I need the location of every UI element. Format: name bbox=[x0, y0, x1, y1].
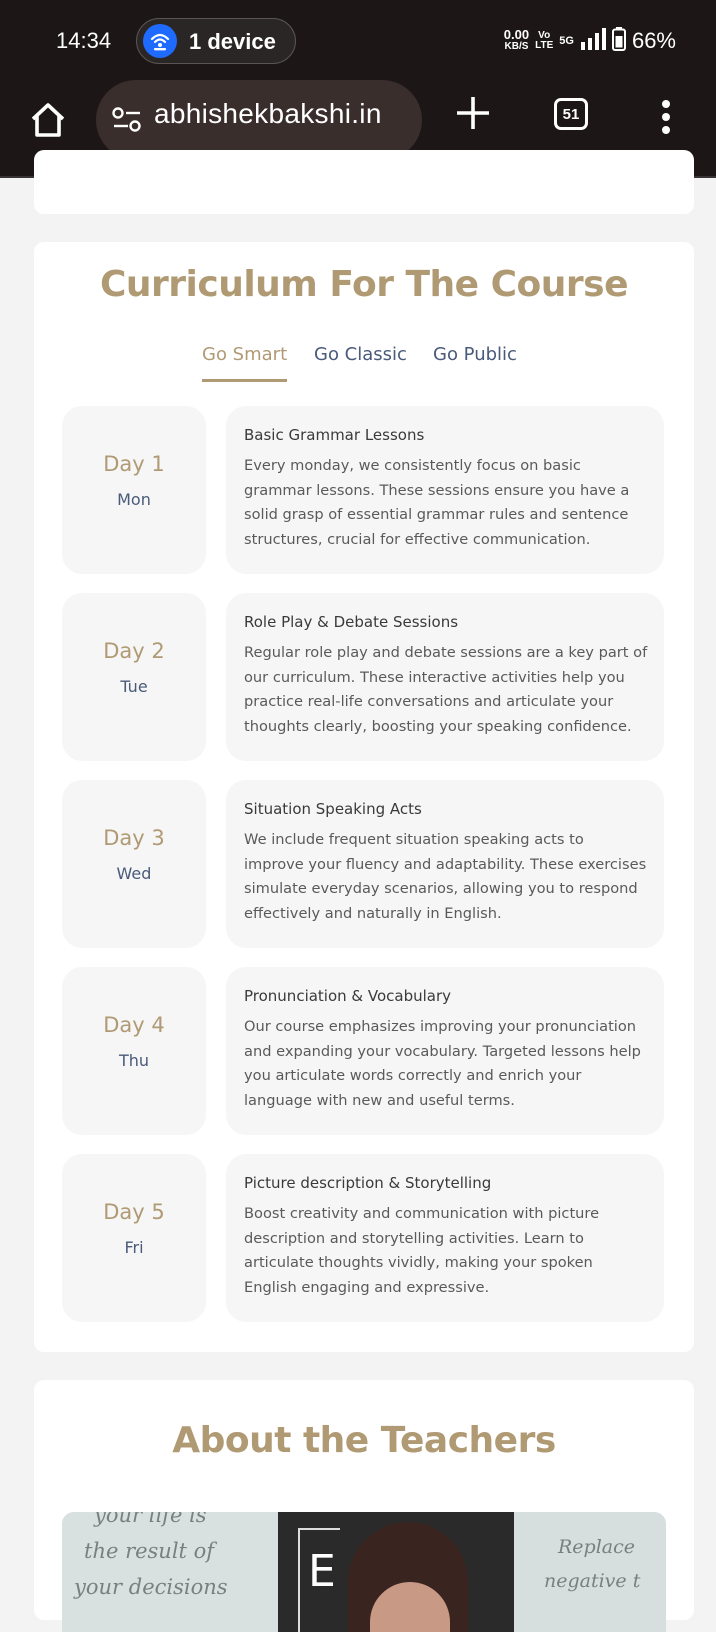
weekday-label: Tue bbox=[120, 677, 148, 696]
signal-icon bbox=[580, 27, 606, 55]
battery-percent: 66% bbox=[631, 28, 676, 53]
volte-bottom: LTE bbox=[535, 40, 554, 51]
network-type: 5G bbox=[559, 35, 574, 47]
day-box: Day 3 Wed bbox=[62, 780, 206, 948]
curriculum-section: Curriculum For The Course Go Smart Go Cl… bbox=[34, 242, 694, 1352]
day-label: Day 1 bbox=[103, 452, 165, 476]
day-box: Day 1 Mon bbox=[62, 406, 206, 574]
lesson-text: We include frequent situation speaking a… bbox=[244, 831, 647, 922]
lesson-text: Every monday, we consistently focus on b… bbox=[244, 457, 630, 548]
weekday-label: Mon bbox=[117, 490, 151, 509]
day-box: Day 4 Thu bbox=[62, 967, 206, 1135]
lesson-text: Boost creativity and communication with … bbox=[244, 1205, 600, 1296]
status-icons: 0.00 KB/S Vo LTE 5G 66% bbox=[504, 26, 676, 56]
day-label: Day 4 bbox=[103, 1013, 165, 1037]
about-title: About the Teachers bbox=[172, 1420, 556, 1461]
day-label: Day 5 bbox=[103, 1200, 165, 1224]
site-settings-icon[interactable] bbox=[112, 106, 142, 134]
curriculum-row-day-2: Day 2 Tue Role Play & Debate Sessions Re… bbox=[62, 593, 666, 761]
curriculum-row-day-5: Day 5 Fri Picture description & Storytel… bbox=[62, 1154, 666, 1322]
speed-unit: KB/S bbox=[504, 41, 529, 52]
more-options-icon[interactable] bbox=[660, 100, 672, 140]
lesson-text: Our course emphasizes improving your pro… bbox=[244, 1018, 641, 1109]
photo-right-panel: Replace negative t bbox=[514, 1512, 666, 1632]
new-tab-icon[interactable] bbox=[454, 94, 492, 132]
curriculum-row-day-1: Day 1 Mon Basic Grammar Lessons Every mo… bbox=[62, 406, 666, 574]
about-teachers-section: About the Teachers your life is the resu… bbox=[34, 1380, 694, 1632]
photo-quote-line: your decisions bbox=[74, 1575, 228, 1599]
photo-quote-line: the result of bbox=[84, 1539, 215, 1563]
hotspot-label: 1 device bbox=[189, 29, 276, 54]
speed-value: 0.00 bbox=[503, 27, 530, 42]
tab-go-public[interactable]: Go Public bbox=[433, 344, 517, 379]
hotspot-icon bbox=[143, 24, 177, 58]
lesson-title: Picture description & Storytelling bbox=[244, 1174, 492, 1192]
weekday-label: Fri bbox=[124, 1238, 144, 1257]
photo-quote-line: your life is bbox=[94, 1512, 207, 1527]
lesson-title: Basic Grammar Lessons bbox=[244, 426, 425, 444]
address-bar[interactable]: abhishekbakshi.in bbox=[96, 80, 422, 160]
curriculum-row-day-3: Day 3 Wed Situation Speaking Acts We inc… bbox=[62, 780, 666, 948]
lesson-description-box: Pronunciation & Vocabulary Our course em… bbox=[226, 967, 664, 1135]
curriculum-tabs: Go Smart Go Classic Go Public bbox=[34, 344, 694, 384]
weekday-label: Wed bbox=[116, 864, 152, 883]
hotspot-pill[interactable]: 1 device bbox=[136, 18, 296, 64]
photo-quote-line: Replace bbox=[558, 1536, 636, 1558]
day-label: Day 2 bbox=[103, 639, 165, 663]
status-bar: 14:34 1 device 0.00 KB/S Vo LTE 5G 66% bbox=[0, 0, 716, 86]
home-icon[interactable] bbox=[28, 100, 68, 140]
day-label: Day 3 bbox=[103, 826, 165, 850]
tab-go-classic[interactable]: Go Classic bbox=[314, 344, 407, 379]
photo-quote-line: negative t bbox=[544, 1570, 641, 1592]
lesson-description-box: Role Play & Debate Sessions Regular role… bbox=[226, 593, 664, 761]
teachers-photo: your life is the result of your decision… bbox=[62, 1512, 666, 1632]
tab-go-smart[interactable]: Go Smart bbox=[202, 344, 288, 382]
url-text: abhishekbakshi.in bbox=[154, 98, 382, 129]
lesson-description-box: Situation Speaking Acts We include frequ… bbox=[226, 780, 664, 948]
status-time: 14:34 bbox=[56, 28, 112, 53]
lesson-title: Role Play & Debate Sessions bbox=[244, 613, 459, 631]
lesson-text: Regular role play and debate sessions ar… bbox=[244, 644, 648, 735]
photo-left-panel: your life is the result of your decision… bbox=[62, 1512, 278, 1632]
lesson-description-box: Picture description & Storytelling Boost… bbox=[226, 1154, 664, 1322]
curriculum-title: Curriculum For The Course bbox=[99, 264, 629, 305]
network-speed: 0.00 KB/S bbox=[503, 27, 530, 53]
lesson-title: Pronunciation & Vocabulary bbox=[244, 987, 452, 1005]
day-box: Day 5 Fri bbox=[62, 1154, 206, 1322]
previous-section-card bbox=[34, 150, 694, 214]
lesson-description-box: Basic Grammar Lessons Every monday, we c… bbox=[226, 406, 664, 574]
photo-portrait: E bbox=[278, 1512, 514, 1632]
tab-switcher-button[interactable]: 51 bbox=[554, 98, 588, 130]
photo-frame-letter: E bbox=[308, 1546, 336, 1597]
weekday-label: Thu bbox=[118, 1051, 150, 1070]
lesson-title: Situation Speaking Acts bbox=[244, 800, 422, 818]
volte-indicator: Vo LTE bbox=[535, 31, 553, 51]
day-box: Day 2 Tue bbox=[62, 593, 206, 761]
curriculum-row-day-4: Day 4 Thu Pronunciation & Vocabulary Our… bbox=[62, 967, 666, 1135]
battery-icon bbox=[611, 26, 626, 56]
